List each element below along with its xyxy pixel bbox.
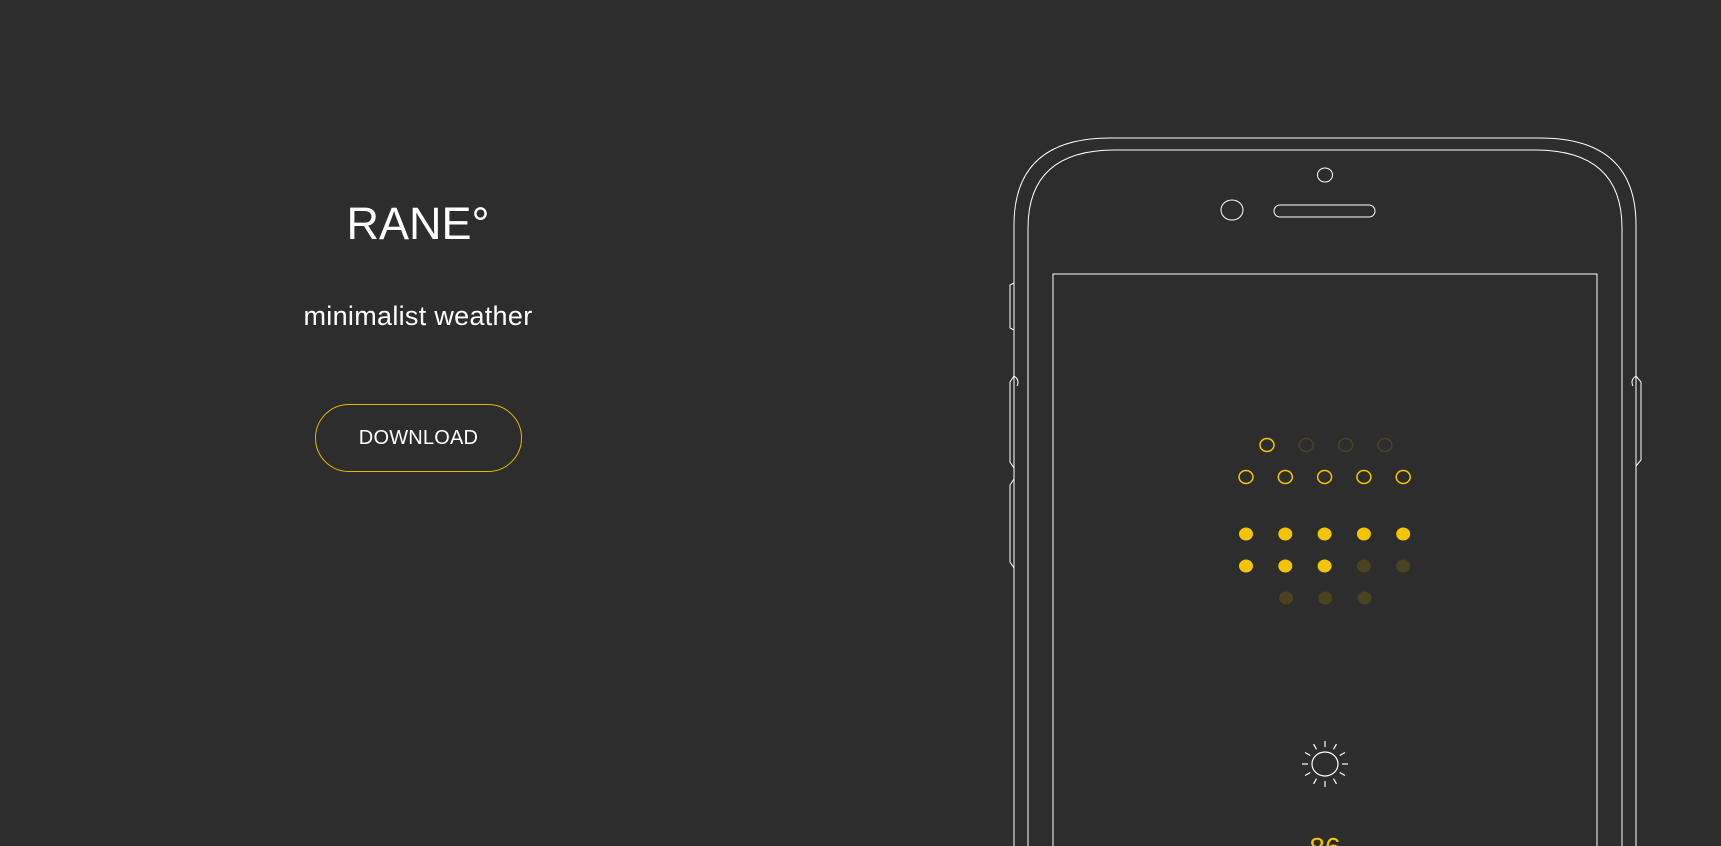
weather-dot	[1238, 469, 1254, 485]
phone-illustration: 86	[1009, 137, 1642, 846]
sun-ray	[1339, 771, 1346, 777]
phone-volume-down-button	[1009, 478, 1015, 569]
weather-dot	[1356, 559, 1371, 573]
weather-dot	[1277, 469, 1294, 485]
sun-ray	[1332, 778, 1338, 785]
weather-dot	[1318, 591, 1333, 605]
weather-dot	[1357, 591, 1372, 605]
sun-ray	[1332, 743, 1338, 750]
sun-ray	[1304, 771, 1311, 777]
weather-dot	[1317, 527, 1332, 541]
weather-dot	[1298, 437, 1315, 453]
weather-dot-matrix	[1238, 437, 1411, 605]
sun-icon	[1302, 741, 1348, 787]
weather-dot	[1396, 527, 1411, 541]
weather-dot	[1239, 527, 1253, 541]
weather-dot	[1377, 437, 1393, 453]
phone-front-sensor	[1317, 167, 1333, 183]
sun-ray	[1304, 751, 1311, 757]
weather-dot	[1278, 559, 1293, 573]
phone-outer-frame	[1013, 137, 1637, 846]
phone-power-button	[1635, 375, 1642, 467]
phone-front-camera	[1220, 199, 1244, 221]
weather-dot	[1356, 527, 1371, 541]
weather-dot	[1395, 469, 1411, 485]
weather-dot	[1279, 591, 1293, 605]
weather-dot	[1316, 469, 1333, 485]
weather-dot	[1239, 559, 1253, 573]
phone-volume-up-button	[1009, 375, 1015, 469]
weather-dot	[1337, 437, 1354, 453]
phone-speaker	[1273, 204, 1376, 218]
sun-ray	[1339, 751, 1346, 757]
sun-ray	[1312, 778, 1318, 785]
weather-dot	[1317, 559, 1332, 573]
weather-dot	[1278, 527, 1293, 541]
phone-mute-switch	[1009, 282, 1015, 331]
temperature-readout: 86	[1309, 832, 1340, 846]
sun-ray	[1312, 743, 1318, 750]
weather-dot	[1259, 437, 1275, 453]
weather-dot	[1396, 559, 1411, 573]
weather-dot	[1356, 469, 1372, 485]
landing-page: RANE° minimalist weather DOWNLOAD	[0, 0, 1721, 846]
